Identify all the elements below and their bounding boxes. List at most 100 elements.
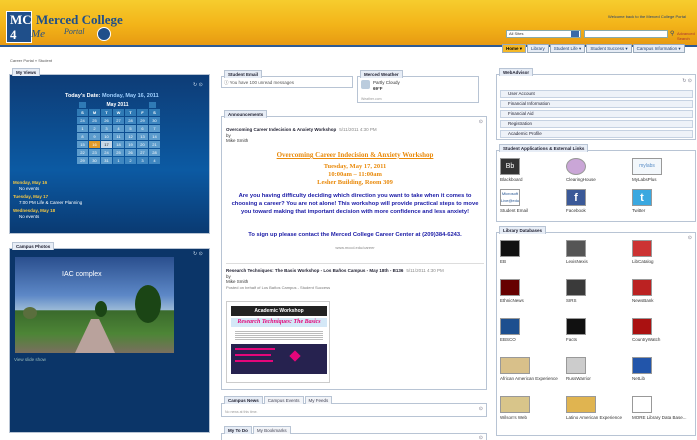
eb-link[interactable]: EB [500,240,560,264]
portlet-tab[interactable]: Student Applications & External Links [499,144,589,152]
calendar-day[interactable]: 13 [137,133,148,140]
nav-student-life[interactable]: Student Life ▾ [549,44,586,53]
calendar-day[interactable]: 28 [125,117,136,124]
calendar-day[interactable]: 4 [113,125,124,132]
calendar-day[interactable]: 23 [89,149,100,156]
calendar-day[interactable]: 29 [77,157,88,164]
next-month-icon[interactable] [149,102,156,108]
webadvisor-user-account[interactable]: User Account [500,90,693,98]
facts-link[interactable]: Facts [566,318,626,342]
portlet-tab[interactable]: Student Email [224,70,263,78]
calendar-day[interactable]: 3 [101,125,112,132]
calendar-day[interactable]: 10 [101,133,112,140]
latino-american-experience-link[interactable]: Latino American Experience [566,396,626,420]
nav-campus-information[interactable]: Campus Information ▾ [632,44,685,53]
calendar-day[interactable]: 24 [77,117,88,124]
calendar-day[interactable]: 26 [125,149,136,156]
campus-photo[interactable]: IAC complex [15,257,174,353]
nav-student-success[interactable]: Student Success ▾ [586,44,632,53]
calendar-day[interactable]: 22 [77,149,88,156]
refresh-icon[interactable]: ↻ ⊙ [193,251,203,257]
more-databases-link[interactable]: MORE Library Data Base... [632,396,692,420]
calendar-day[interactable]: 27 [113,117,124,124]
event-item[interactable]: 7:00 PM Life & Career Planning [19,200,82,205]
chevron-down-icon[interactable] [571,31,579,37]
calendar-day[interactable]: 2 [125,157,136,164]
announcement-title[interactable]: Research Techniques: The Basis Workshop … [226,268,444,273]
nav-library[interactable]: Library [527,44,549,53]
russwarrior-link[interactable]: RussWarrior [566,357,626,381]
lexisnexis-link[interactable]: LexisNexis [566,240,626,264]
calendar-day[interactable]: 15 [77,141,88,148]
portlet-tab[interactable]: My Views [12,68,41,76]
mylabsplus-link[interactable]: mylabs MyLabsPlus [632,158,692,182]
search-input[interactable] [584,30,668,38]
calendar-day[interactable]: 5 [125,125,136,132]
calendar-day[interactable]: 31 [101,157,112,164]
calendar-day[interactable]: 25 [113,149,124,156]
announcement-author[interactable]: Mike Smith [226,138,248,144]
calendar-day[interactable]: 19 [125,141,136,148]
wilsons-web-link[interactable]: Wilson's Web [500,396,560,420]
ebsco-link[interactable]: EBSCO [500,318,560,342]
calendar-day[interactable]: 16 [89,141,100,148]
event-item[interactable]: No events [19,214,39,219]
calendar-day[interactable]: 29 [137,117,148,124]
netlib-link[interactable]: NetLib [632,357,692,381]
career-url[interactable]: www.mccd.edu/career [226,245,484,250]
calendar-day[interactable]: 8 [77,133,88,140]
clearinghouse-link[interactable]: ClearingHouse [566,158,626,182]
calendar-day[interactable]: 30 [89,157,100,164]
calendar-day[interactable]: 3 [137,157,148,164]
options-icon[interactable]: ⊙ [479,406,483,412]
refresh-icon[interactable]: ↻ ⊙ [193,82,203,88]
blackboard-link[interactable]: Bb Blackboard [500,158,560,182]
tab-my-feeds[interactable]: My Feeds [304,396,333,404]
libcatalog-link[interactable]: LibCatalog [632,240,692,264]
webadvisor-financial-aid[interactable]: Financial Aid [500,110,693,118]
search-icon[interactable]: ⚲ [670,30,674,37]
calendar-day[interactable]: 30 [149,117,160,124]
calendar-day[interactable]: 2 [89,125,100,132]
advanced-search-link[interactable]: Advanced Search [677,31,697,41]
calendar-day[interactable]: 25 [89,117,100,124]
breadcrumb[interactable]: Career Portal » Student [10,58,52,63]
newsbank-link[interactable]: NewsBank [632,279,692,303]
calendar-day[interactable]: 20 [137,141,148,148]
view-slideshow-link[interactable]: View slide show [14,357,46,362]
mc4me-logo[interactable]: MC 4 [6,11,32,43]
calendar-day[interactable]: 24 [101,149,112,156]
portlet-tab[interactable]: Announcements [224,110,268,118]
portlet-tab[interactable]: Merced Weather [360,70,403,78]
tab-my-bookmarks[interactable]: My Bookmarks [252,426,291,434]
portlet-tab[interactable]: Campus Photos [12,242,55,250]
refresh-icon[interactable]: ↻ ⊙ [682,78,692,84]
calendar-day[interactable]: 14 [149,133,160,140]
twitter-link[interactable]: t Twitter [632,189,692,213]
facebook-link[interactable]: f Facebook [566,189,626,213]
countrywatch-link[interactable]: CountryWatch [632,318,692,342]
portlet-tab[interactable]: WebAdvisor [499,68,534,76]
tab-campus-news[interactable]: Campus News [224,396,263,404]
calendar-day[interactable]: 28 [149,149,160,156]
unread-messages[interactable]: ⓘ You have 100 unread messages [224,80,294,86]
calendar-day[interactable]: 12 [125,133,136,140]
webadvisor-registration[interactable]: Registration [500,120,693,128]
webadvisor-academic-profile[interactable]: Academic Profile [500,130,693,138]
calendar-day[interactable]: 7 [149,125,160,132]
nav-home[interactable]: Home ▾ [502,44,527,53]
calendar-day[interactable]: 9 [89,133,100,140]
calendar-day[interactable]: 11 [113,133,124,140]
calendar-day[interactable]: 26 [101,117,112,124]
portlet-tab[interactable]: Library Databases [499,226,547,234]
ethnicnews-link[interactable]: EthnicNews [500,279,560,303]
calendar-day[interactable]: 17 [101,141,112,148]
calendar-day[interactable]: 6 [137,125,148,132]
calendar-day[interactable]: 4 [149,157,160,164]
event-item[interactable]: No events [19,186,39,191]
prev-month-icon[interactable] [79,102,86,108]
announcement-title[interactable]: Overcoming Career Indecision & Anxiety W… [226,127,377,132]
workshop-flyer[interactable]: Academic Workshop Research Techniques: T… [226,301,330,383]
calendar-day[interactable]: 1 [113,157,124,164]
sirs-link[interactable]: SIRS [566,279,626,303]
